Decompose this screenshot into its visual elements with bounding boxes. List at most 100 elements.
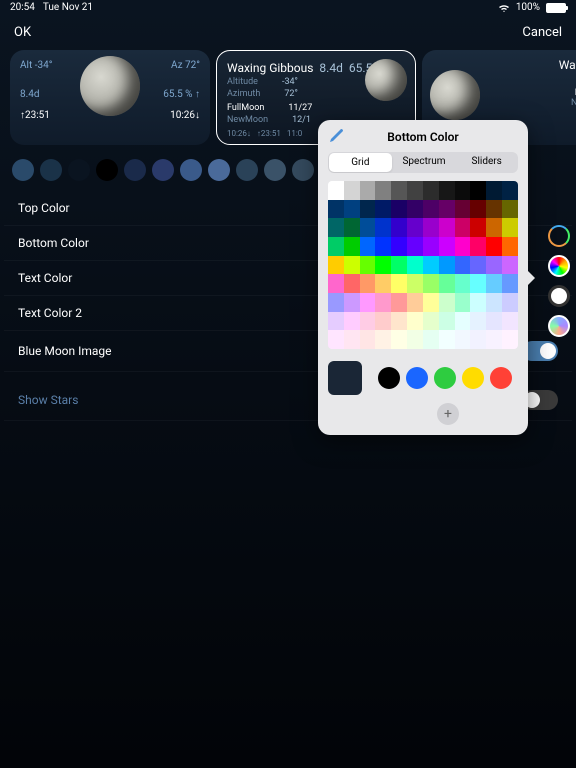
hue-preset-4[interactable] <box>548 315 570 337</box>
grid-color-cell[interactable] <box>328 330 344 349</box>
grid-color-cell[interactable] <box>455 200 471 219</box>
grid-color-cell[interactable] <box>470 218 486 237</box>
grid-color-cell[interactable] <box>407 237 423 256</box>
grid-color-cell[interactable] <box>375 330 391 349</box>
grid-color-cell[interactable] <box>360 218 376 237</box>
grid-color-cell[interactable] <box>439 237 455 256</box>
grid-color-cell[interactable] <box>407 181 423 200</box>
recent-color[interactable] <box>462 367 484 389</box>
grid-color-cell[interactable] <box>344 181 360 200</box>
grid-color-cell[interactable] <box>502 181 518 200</box>
grid-color-cell[interactable] <box>407 200 423 219</box>
grid-color-cell[interactable] <box>439 218 455 237</box>
grid-color-cell[interactable] <box>470 200 486 219</box>
grid-color-cell[interactable] <box>502 237 518 256</box>
grid-color-cell[interactable] <box>470 293 486 312</box>
grid-color-cell[interactable] <box>455 330 471 349</box>
grid-color-cell[interactable] <box>360 200 376 219</box>
grid-color-cell[interactable] <box>391 256 407 275</box>
grid-color-cell[interactable] <box>328 237 344 256</box>
grid-color-cell[interactable] <box>391 293 407 312</box>
recent-color[interactable] <box>406 367 428 389</box>
grid-color-cell[interactable] <box>391 274 407 293</box>
grid-color-cell[interactable] <box>439 293 455 312</box>
grid-color-cell[interactable] <box>455 274 471 293</box>
grid-color-cell[interactable] <box>486 330 502 349</box>
grid-color-cell[interactable] <box>391 312 407 331</box>
grid-color-cell[interactable] <box>375 293 391 312</box>
tab-grid[interactable]: Grid <box>329 153 392 172</box>
grid-color-cell[interactable] <box>375 181 391 200</box>
color-preset[interactable] <box>96 159 118 181</box>
grid-color-cell[interactable] <box>407 274 423 293</box>
grid-color-cell[interactable] <box>439 181 455 200</box>
grid-color-cell[interactable] <box>360 312 376 331</box>
grid-color-cell[interactable] <box>455 256 471 275</box>
grid-color-cell[interactable] <box>375 256 391 275</box>
ok-button[interactable]: OK <box>14 25 31 40</box>
grid-color-cell[interactable] <box>455 218 471 237</box>
grid-color-cell[interactable] <box>486 200 502 219</box>
grid-color-cell[interactable] <box>360 274 376 293</box>
grid-color-cell[interactable] <box>344 274 360 293</box>
grid-color-cell[interactable] <box>423 312 439 331</box>
grid-color-cell[interactable] <box>423 293 439 312</box>
grid-color-cell[interactable] <box>328 312 344 331</box>
grid-color-cell[interactable] <box>328 218 344 237</box>
grid-color-cell[interactable] <box>391 181 407 200</box>
grid-color-cell[interactable] <box>470 256 486 275</box>
recent-color[interactable] <box>490 367 512 389</box>
cancel-button[interactable]: Cancel <box>522 25 562 40</box>
grid-color-cell[interactable] <box>423 181 439 200</box>
grid-color-cell[interactable] <box>423 200 439 219</box>
color-preset[interactable] <box>264 159 286 181</box>
grid-color-cell[interactable] <box>360 181 376 200</box>
color-grid[interactable] <box>328 181 518 349</box>
color-preset[interactable] <box>12 159 34 181</box>
grid-color-cell[interactable] <box>502 218 518 237</box>
widget-preview-1[interactable]: Alt -34°Az 72° 8.4d65.5 % ↑ ↑23:5110:26↓ <box>10 50 210 145</box>
grid-color-cell[interactable] <box>423 330 439 349</box>
grid-color-cell[interactable] <box>423 218 439 237</box>
grid-color-cell[interactable] <box>423 237 439 256</box>
add-color-button[interactable]: + <box>437 403 459 425</box>
grid-color-cell[interactable] <box>486 218 502 237</box>
grid-color-cell[interactable] <box>344 330 360 349</box>
grid-color-cell[interactable] <box>407 330 423 349</box>
grid-color-cell[interactable] <box>502 312 518 331</box>
grid-color-cell[interactable] <box>470 274 486 293</box>
grid-color-cell[interactable] <box>407 218 423 237</box>
grid-color-cell[interactable] <box>375 237 391 256</box>
grid-color-cell[interactable] <box>439 274 455 293</box>
grid-color-cell[interactable] <box>407 256 423 275</box>
hue-preset-2[interactable] <box>548 255 570 277</box>
grid-color-cell[interactable] <box>502 330 518 349</box>
grid-color-cell[interactable] <box>360 293 376 312</box>
grid-color-cell[interactable] <box>391 237 407 256</box>
grid-color-cell[interactable] <box>375 200 391 219</box>
color-preset[interactable] <box>124 159 146 181</box>
hue-preset-1[interactable] <box>548 225 570 247</box>
grid-color-cell[interactable] <box>470 181 486 200</box>
recent-color[interactable] <box>434 367 456 389</box>
color-preset[interactable] <box>152 159 174 181</box>
grid-color-cell[interactable] <box>439 330 455 349</box>
grid-color-cell[interactable] <box>486 256 502 275</box>
tab-spectrum[interactable]: Spectrum <box>393 152 456 173</box>
grid-color-cell[interactable] <box>344 237 360 256</box>
grid-color-cell[interactable] <box>360 330 376 349</box>
color-preset[interactable] <box>180 159 202 181</box>
grid-color-cell[interactable] <box>391 218 407 237</box>
grid-color-cell[interactable] <box>470 237 486 256</box>
grid-color-cell[interactable] <box>328 181 344 200</box>
grid-color-cell[interactable] <box>486 274 502 293</box>
grid-color-cell[interactable] <box>375 274 391 293</box>
color-preset[interactable] <box>40 159 62 181</box>
grid-color-cell[interactable] <box>470 330 486 349</box>
grid-color-cell[interactable] <box>328 274 344 293</box>
color-preset[interactable] <box>68 159 90 181</box>
grid-color-cell[interactable] <box>407 312 423 331</box>
grid-color-cell[interactable] <box>375 218 391 237</box>
grid-color-cell[interactable] <box>328 256 344 275</box>
color-preset[interactable] <box>236 159 258 181</box>
